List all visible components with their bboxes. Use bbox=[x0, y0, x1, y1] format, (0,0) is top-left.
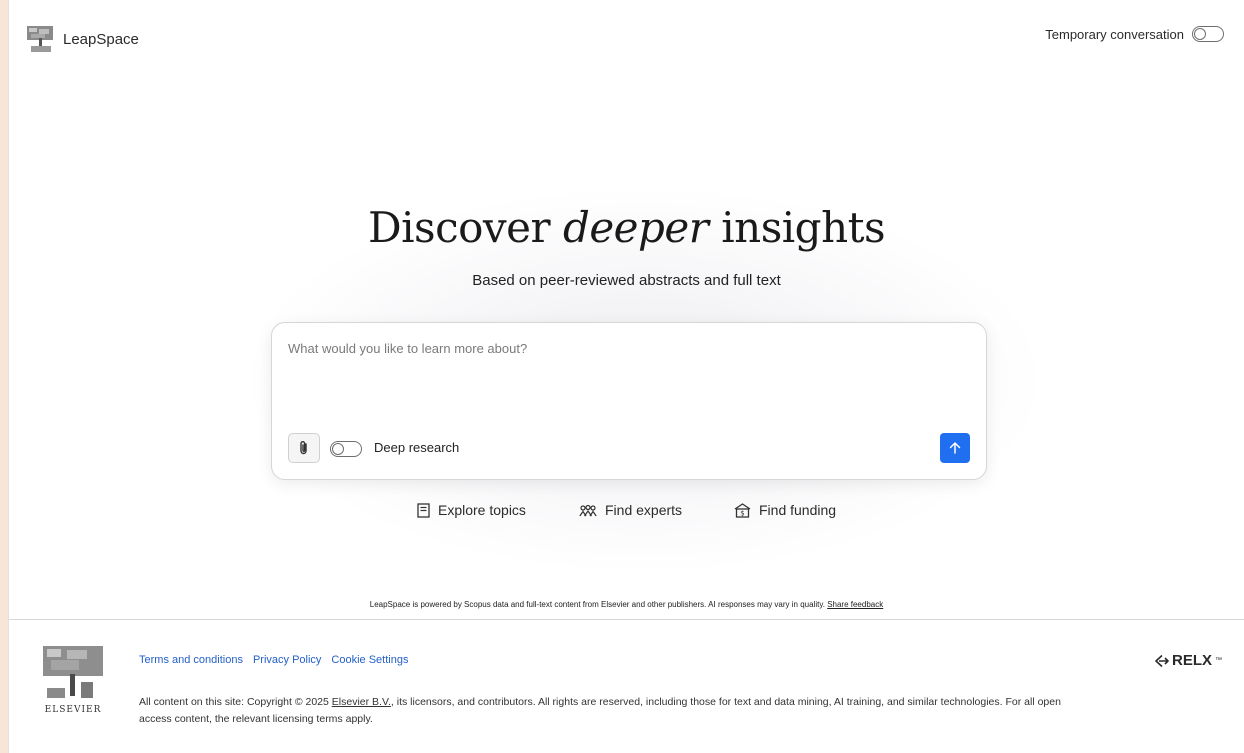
elsevier-logo-icon: ELSEVIER bbox=[43, 646, 103, 715]
share-feedback-link[interactable]: Share feedback bbox=[827, 600, 883, 609]
disclaimer: LeapSpace is powered by Scopus data and … bbox=[9, 600, 1244, 609]
privacy-link[interactable]: Privacy Policy bbox=[253, 654, 321, 666]
relx-mark-icon bbox=[1155, 654, 1169, 667]
hero-title-before: Discover bbox=[367, 203, 563, 252]
toggle-knob bbox=[1194, 28, 1206, 40]
find-funding-link[interactable]: $ Find funding bbox=[734, 502, 836, 518]
elsevier-bv-link[interactable]: Elsevier B.V. bbox=[332, 696, 391, 708]
find-experts-link[interactable]: Find experts bbox=[579, 502, 682, 518]
temporary-conversation-label: Temporary conversation bbox=[1045, 26, 1184, 42]
brand-name: LeapSpace bbox=[63, 30, 139, 48]
app-frame: LeapSpace Temporary conversation Discove… bbox=[8, 0, 1244, 753]
hero-title-emphasis: deeper bbox=[562, 203, 709, 252]
svg-text:$: $ bbox=[740, 509, 744, 517]
copyright: All content on this site: Copyright © 20… bbox=[139, 694, 1089, 728]
footer-links: Terms and conditions Privacy Policy Cook… bbox=[139, 654, 408, 666]
paperclip-icon bbox=[300, 441, 307, 455]
temporary-conversation-toggle[interactable] bbox=[1192, 26, 1224, 42]
search-input[interactable] bbox=[288, 341, 968, 411]
temporary-conversation: Temporary conversation bbox=[1045, 26, 1224, 42]
relx-wordmark: RELX bbox=[1171, 652, 1212, 669]
hero-title: Discover deeper insights bbox=[9, 203, 1244, 252]
elsevier-wordmark: ELSEVIER bbox=[45, 705, 102, 715]
find-funding-label: Find funding bbox=[759, 502, 837, 518]
send-button[interactable] bbox=[940, 433, 970, 463]
hero-subtitle: Based on peer-reviewed abstracts and ful… bbox=[472, 272, 781, 289]
attach-button[interactable] bbox=[288, 433, 320, 463]
document-icon bbox=[417, 502, 430, 518]
hero-title-after: insights bbox=[708, 203, 886, 252]
explore-topics-link[interactable]: Explore topics bbox=[417, 502, 526, 518]
find-experts-label: Find experts bbox=[605, 502, 683, 518]
elsevier-tree-logo-icon bbox=[27, 26, 53, 52]
cookie-settings-link[interactable]: Cookie Settings bbox=[331, 654, 408, 666]
arrow-up-icon bbox=[949, 442, 961, 454]
explore-topics-label: Explore topics bbox=[438, 502, 526, 518]
brand[interactable]: LeapSpace bbox=[25, 24, 139, 54]
search-card: Deep research bbox=[271, 322, 987, 480]
relx-trademark: ™ bbox=[1215, 657, 1222, 664]
deep-research-label: Deep research bbox=[374, 440, 460, 455]
disclaimer-text: LeapSpace is powered by Scopus data and … bbox=[369, 600, 828, 609]
funding-icon: $ bbox=[734, 502, 751, 518]
footer-divider bbox=[9, 619, 1244, 620]
deep-research-toggle[interactable] bbox=[330, 441, 362, 457]
people-icon bbox=[579, 504, 597, 516]
relx-logo[interactable]: RELX ™ bbox=[1153, 652, 1222, 669]
copyright-before: All content on this site: Copyright © 20… bbox=[139, 696, 332, 708]
terms-link[interactable]: Terms and conditions bbox=[139, 654, 243, 666]
toggle-knob bbox=[332, 443, 344, 455]
